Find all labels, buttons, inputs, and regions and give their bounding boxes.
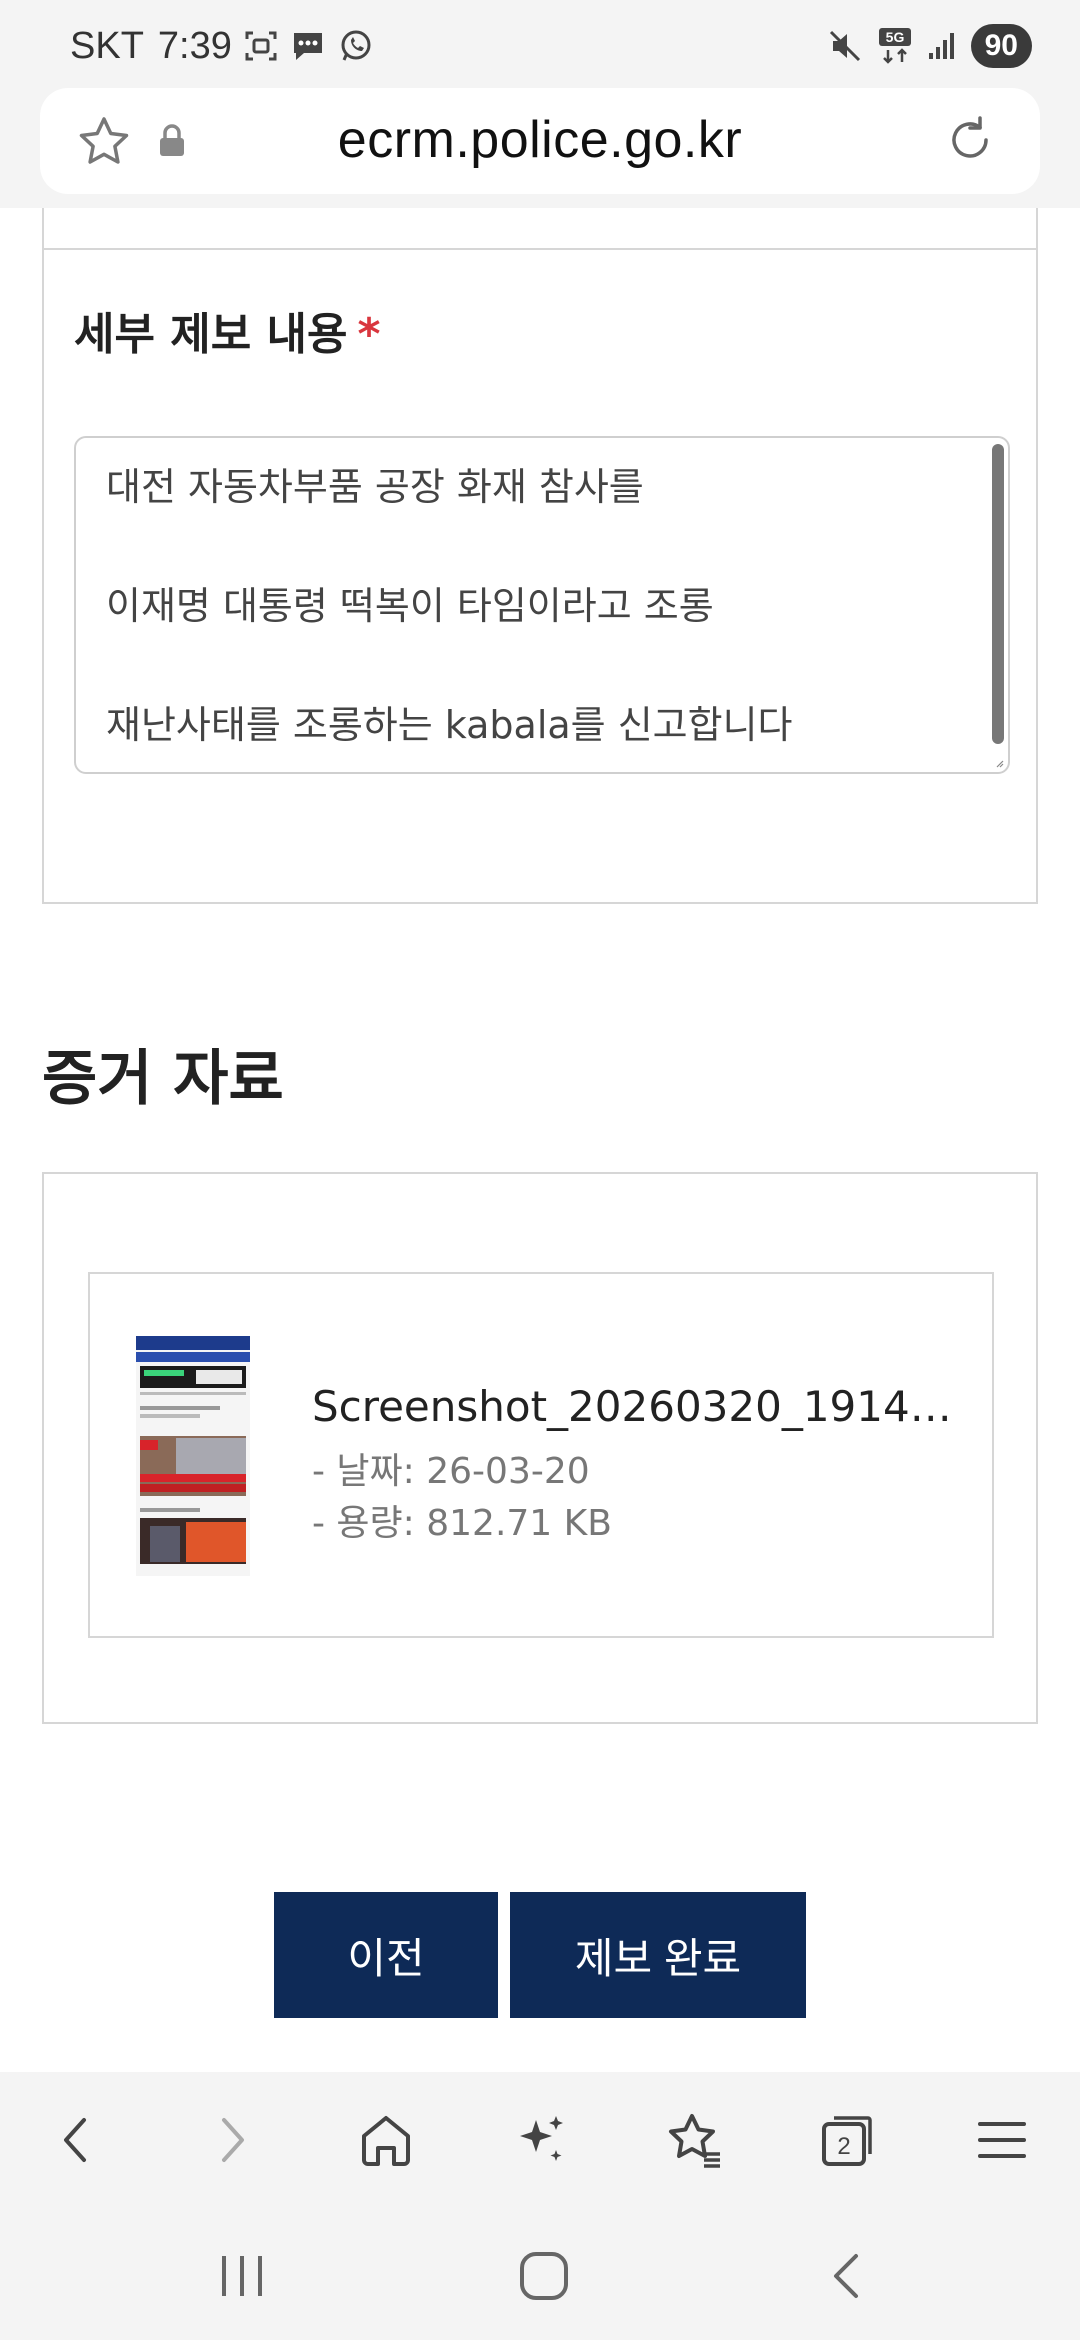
textarea-scrollbar[interactable]	[992, 444, 1004, 744]
attached-file-card[interactable]: Screenshot_20260320_19143… - 날짜: 26-03-2…	[88, 1272, 994, 1638]
evidence-title: 증거 자료	[42, 1044, 284, 1114]
status-bar: SKT 7:39 5G 90	[0, 0, 1080, 88]
file-date: - 날짜: 26-03-20	[312, 1451, 590, 1492]
reload-icon[interactable]	[942, 112, 998, 172]
tabs-icon[interactable]: 2	[818, 2110, 878, 2170]
battery-indicator: 90	[970, 24, 1032, 68]
system-back-icon[interactable]	[818, 2246, 878, 2306]
detail-line: 이재명 대통령 떡복이 타임이라고 조롱	[106, 584, 714, 628]
recents-icon[interactable]	[212, 2246, 272, 2306]
mute-icon	[827, 28, 863, 64]
detail-textarea[interactable]: 대전 자동차부품 공장 화재 참사를 이재명 대통령 떡복이 타임이라고 조롱 …	[74, 436, 1010, 774]
menu-icon[interactable]	[972, 2110, 1032, 2170]
detail-line: 대전 자동차부품 공장 화재 참사를	[106, 465, 644, 509]
file-size: - 용량: 812.71 KB	[312, 1503, 612, 1544]
home-button-icon[interactable]	[514, 2246, 574, 2306]
bookmarks-icon[interactable]	[664, 2110, 724, 2170]
detail-label: 세부 제보 내용 *	[74, 298, 381, 362]
divider	[44, 248, 1036, 250]
address-bar[interactable]: ecrm.police.go.kr	[40, 88, 1040, 194]
required-mark: *	[357, 309, 381, 360]
lock-icon	[158, 124, 186, 162]
detail-line: 재난사태를 조롱하는 kabala를 신고합니다	[106, 703, 793, 747]
browser-address-area: ecrm.police.go.kr	[0, 88, 1080, 208]
detail-label-text: 세부 제보 내용	[74, 309, 348, 360]
system-navigation-bar	[0, 2206, 1080, 2340]
file-name[interactable]: Screenshot_20260320_19143…	[312, 1382, 952, 1431]
browser-toolbar: 2	[0, 2072, 1080, 2206]
star-icon[interactable]	[76, 114, 132, 174]
ai-sparkle-icon[interactable]	[510, 2110, 570, 2170]
5g-data-icon: 5G	[877, 26, 913, 66]
screenshot-icon	[244, 29, 278, 63]
whatsapp-icon	[338, 28, 374, 64]
url-text[interactable]: ecrm.police.go.kr	[200, 110, 880, 170]
previous-button[interactable]: 이전	[274, 1892, 498, 2018]
back-icon[interactable]	[46, 2110, 106, 2170]
evidence-panel: Screenshot_20260320_19143… - 날짜: 26-03-2…	[42, 1172, 1038, 1724]
chat-icon	[290, 29, 326, 63]
file-thumbnail[interactable]	[136, 1336, 250, 1576]
resize-grip-icon[interactable]	[994, 758, 1004, 768]
carrier-label: SKT	[70, 24, 144, 67]
signal-icon	[927, 31, 957, 61]
forward-icon[interactable]	[202, 2110, 262, 2170]
submit-report-button[interactable]: 제보 완료	[510, 1892, 806, 2018]
svg-text:5G: 5G	[885, 29, 904, 45]
clock: 7:39	[157, 24, 232, 67]
report-detail-panel: 세부 제보 내용 * 대전 자동차부품 공장 화재 참사를 이재명 대통령 떡복이…	[42, 208, 1038, 904]
svg-text:2: 2	[837, 2133, 850, 2160]
home-icon[interactable]	[356, 2110, 416, 2170]
